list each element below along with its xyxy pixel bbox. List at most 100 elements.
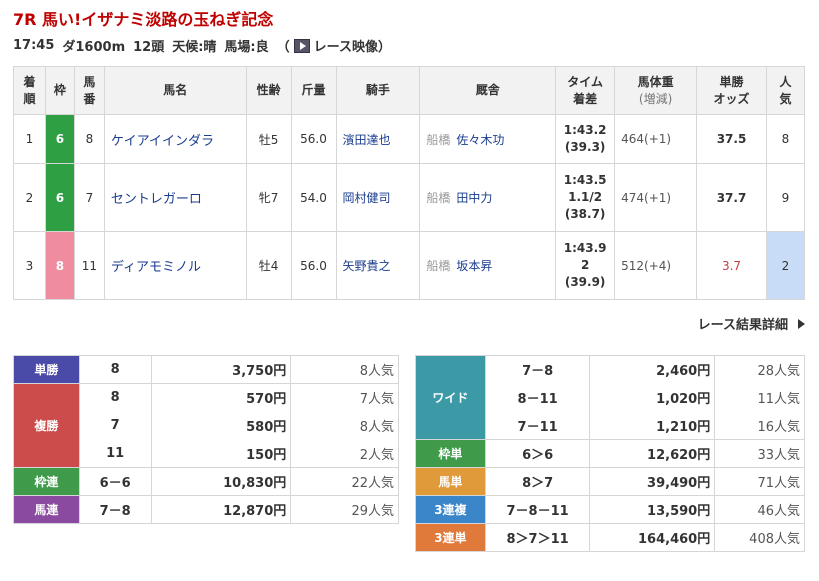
- race-course: ダ1600m: [62, 40, 126, 55]
- payout-yen: 12,620円: [589, 439, 716, 468]
- trainer-link[interactable]: 坂本昇: [456, 259, 492, 273]
- payout-row-sanrenpuku: 3連複 7－8－11 13,590円 46人気: [415, 495, 805, 524]
- sex-age: 牡5: [245, 114, 292, 164]
- payout-label-wide: ワイド: [415, 355, 486, 440]
- payout-pop: 408人気: [714, 523, 805, 552]
- sex-age: 牡4: [245, 231, 292, 300]
- payout-label-sanrentan: 3連単: [415, 523, 486, 552]
- rank: 2: [13, 163, 46, 232]
- horse-weight: 464(+1): [614, 114, 698, 164]
- header-horse: 馬名: [103, 66, 247, 115]
- result-table: 着順 枠 馬番 馬名 性齢 斤量 騎手 厩舎 タイム 着差 馬体重 (増減) 単勝オ…: [13, 66, 806, 300]
- payout-pop: 71人気: [714, 467, 805, 496]
- payout-pop: 8人気: [290, 411, 399, 440]
- horse-name-link[interactable]: ケイアイインダラ: [103, 114, 247, 164]
- stable-location: 船橋: [426, 191, 451, 205]
- win-odds: 3.7: [696, 231, 767, 300]
- payout-comb: 8: [78, 355, 152, 384]
- horse-number: 8: [73, 114, 105, 164]
- waku-badge: 6: [44, 114, 75, 164]
- chevron-right-icon: [798, 318, 805, 329]
- result-header-row: 着順 枠 馬番 馬名 性齢 斤量 騎手 厩舎 タイム 着差 馬体重 (増減) 単勝オ…: [13, 66, 806, 115]
- payout-yen: 39,490円: [589, 467, 716, 496]
- payout-row-tansho: 単勝 8 3,750円 8人気: [13, 355, 399, 384]
- payout-comb: 6－6: [78, 467, 152, 496]
- header-num: 馬番: [73, 66, 105, 115]
- horse-weight: 474(+1): [614, 163, 698, 232]
- jockey-link[interactable]: 矢野貴之: [335, 231, 421, 300]
- payout-comb: 8－11: [484, 383, 591, 412]
- payout-label-fukusho: 複勝: [13, 383, 80, 468]
- payout-row-wakutan: 枠単 6＞6 12,620円 33人気: [415, 439, 805, 468]
- payout-row-fukusho: 複勝 8 570円 7人気: [13, 383, 399, 468]
- trainer-cell: 船橋 田中力: [419, 163, 557, 232]
- payout-yen: 164,460円: [589, 523, 716, 552]
- payout-comb: 11: [78, 439, 152, 468]
- payout-yen: 580円: [150, 411, 292, 440]
- header-odds: 単勝 オッズ: [696, 66, 767, 115]
- payout-label-umaren: 馬連: [13, 495, 80, 524]
- header-stable: 厩舎: [419, 66, 557, 115]
- payout-row-wakuren: 枠連 6－6 10,830円 22人気: [13, 467, 399, 496]
- horse-number: 7: [73, 163, 105, 232]
- payout-pop: 7人気: [290, 383, 399, 412]
- horse-name-link[interactable]: ディアモミノル: [103, 231, 247, 300]
- payout-pop: 46人気: [714, 495, 805, 524]
- payout-pop: 33人気: [714, 439, 805, 468]
- payout-row-sanrentan: 3連単 8＞7＞11 164,460円 408人気: [415, 523, 805, 552]
- video-close-paren: ）: [378, 40, 392, 55]
- header-rank: 着順: [13, 66, 46, 115]
- payout-comb: 8＞7＞11: [484, 523, 591, 552]
- video-play-icon[interactable]: [293, 38, 310, 53]
- race-weather: 天候:晴: [172, 40, 217, 55]
- race-heads: 12頭: [133, 40, 165, 55]
- payout-label-wakuren: 枠連: [13, 467, 80, 496]
- waku-badge: 6: [44, 163, 75, 232]
- race-info: 17:45 ダ1600m 12頭 天候:晴 馬場:良 （ レース映像 ）: [13, 36, 391, 55]
- stable-location: 船橋: [426, 132, 451, 147]
- popularity: 2: [765, 231, 806, 300]
- race-time: 17:45: [13, 38, 55, 53]
- header-kinryo: 斤量: [290, 66, 337, 115]
- payout-yen: 1,210円: [589, 411, 716, 440]
- payout-row-umatan: 馬単 8＞7 39,490円 71人気: [415, 467, 805, 496]
- payout-yen: 13,590円: [589, 495, 716, 524]
- payout-pop: 22人気: [290, 467, 399, 496]
- payout-yen: 10,830円: [150, 467, 292, 496]
- header-waku: 枠: [44, 66, 75, 115]
- horse-number: 11: [73, 231, 105, 300]
- payout-yen: 12,870円: [150, 495, 292, 524]
- payout-comb: 7－8－11: [484, 495, 591, 524]
- payout-pop: 2人気: [290, 439, 399, 468]
- popularity: 9: [765, 163, 806, 232]
- horse-name-link[interactable]: セントレガーロ: [103, 163, 247, 232]
- result-row: 3 8 11 ディアモミノル 牡4 56.0 矢野貴之 船橋 坂本昇 1:43.9…: [13, 231, 806, 300]
- payout-comb: 8: [78, 383, 152, 412]
- trainer-link[interactable]: 田中力: [456, 191, 492, 205]
- payout-comb: 8＞7: [484, 467, 591, 496]
- payout-pop: 8人気: [290, 355, 399, 384]
- payout-yen: 570円: [150, 383, 292, 412]
- payout-label-wakutan: 枠単: [415, 439, 486, 468]
- video-link[interactable]: レース映像: [314, 36, 378, 55]
- header-jockey: 騎手: [335, 66, 421, 115]
- payout-label-umatan: 馬単: [415, 467, 486, 496]
- popularity: 8: [765, 114, 806, 164]
- header-sexage: 性齢: [245, 66, 292, 115]
- rank: 3: [13, 231, 46, 300]
- payout-row-umaren: 馬連 7－8 12,870円 29人気: [13, 495, 399, 524]
- payout-yen: 1,020円: [589, 383, 716, 412]
- result-row: 1 6 8 ケイアイインダラ 牡5 56.0 濱田達也 船橋 佐々木功 1:43.…: [13, 114, 806, 164]
- payout-pop: 11人気: [714, 383, 805, 412]
- race-detail-label[interactable]: レース結果詳細: [698, 314, 788, 333]
- jockey-link[interactable]: 濱田達也: [335, 114, 421, 164]
- jockey-link[interactable]: 岡村健司: [335, 163, 421, 232]
- header-weight: 馬体重 (増減): [614, 66, 698, 115]
- trainer-link[interactable]: 佐々木功: [456, 133, 504, 147]
- win-odds: 37.5: [696, 114, 767, 164]
- kinryo: 54.0: [290, 163, 337, 232]
- payout-pop: 28人気: [714, 355, 805, 384]
- win-odds: 37.7: [696, 163, 767, 232]
- race-detail-link[interactable]: レース結果詳細: [698, 314, 805, 333]
- payout-comb: 7－8: [78, 495, 152, 524]
